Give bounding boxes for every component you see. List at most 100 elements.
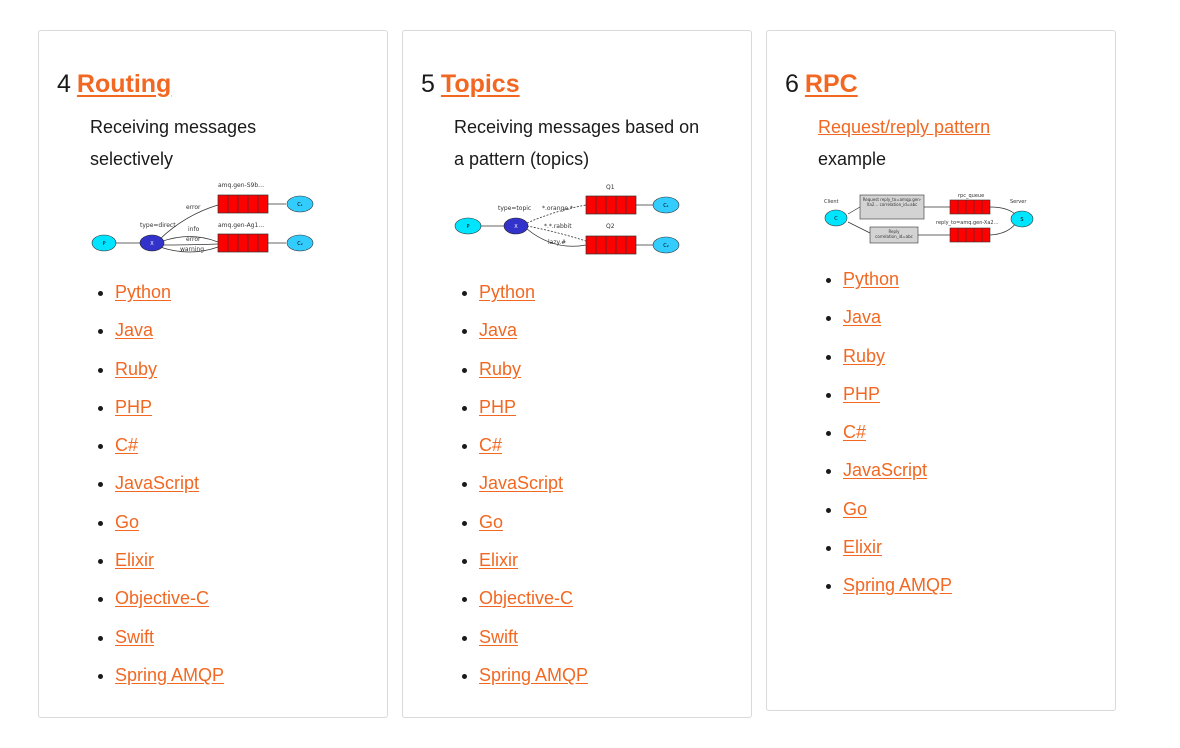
server-node-label: S	[1020, 217, 1023, 223]
language-link-python[interactable]: Python	[479, 282, 535, 302]
language-link-csharp[interactable]: C#	[115, 435, 138, 455]
list-item: Python	[479, 279, 588, 317]
language-link-python[interactable]: Python	[115, 282, 171, 302]
list-item: Swift	[115, 624, 224, 662]
list-item: C#	[115, 432, 224, 470]
binding-label: warning	[180, 246, 204, 253]
exchange-label: X	[150, 241, 154, 247]
tutorial-card-topics: 5 Topics Receiving messages based on a pa…	[402, 30, 752, 718]
list-item: Spring AMQP	[843, 572, 952, 610]
list-item: Java	[479, 317, 588, 355]
tutorial-description: Receiving messages based on a pattern (t…	[454, 117, 700, 169]
list-item: Python	[115, 279, 224, 317]
language-link-go[interactable]: Go	[843, 499, 867, 519]
language-link-go[interactable]: Go	[479, 512, 503, 532]
list-item: Ruby	[843, 343, 952, 381]
client-node-label: C	[834, 216, 838, 222]
consumer2-label: C₂	[297, 241, 303, 247]
list-item: JavaScript	[843, 457, 952, 495]
language-link-php[interactable]: PHP	[843, 384, 880, 404]
list-item: PHP	[115, 394, 224, 432]
list-item: Ruby	[115, 356, 224, 394]
language-link-csharp[interactable]: C#	[479, 435, 502, 455]
queue1	[217, 194, 269, 214]
language-link-elixir[interactable]: Elixir	[843, 537, 882, 557]
queue2	[217, 233, 269, 253]
list-item: Objective-C	[115, 585, 224, 623]
queue1-label: amq.gen-S9b…	[218, 182, 264, 189]
reply-message-text: Reply correlation_id=abc	[875, 229, 913, 239]
language-link-php[interactable]: PHP	[479, 397, 516, 417]
language-link-csharp[interactable]: C#	[843, 422, 866, 442]
list-item: Go	[843, 496, 952, 534]
language-list: Python Java Ruby PHP C# JavaScript Go El…	[825, 266, 952, 611]
card-title: 4 Routing	[57, 69, 171, 99]
reply-queue	[949, 227, 991, 243]
tutorial-description: Receiving messages selectively	[90, 117, 257, 169]
language-link-elixir[interactable]: Elixir	[115, 550, 154, 570]
list-item: Objective-C	[479, 585, 588, 623]
tutorial-number: 6	[785, 70, 799, 98]
routing-diagram: P type=direct X amq.gen-S9b… amq.gen-Ag1…	[91, 182, 314, 253]
exchange-type-label: type=direct	[140, 222, 176, 229]
tutorial-number: 4	[57, 70, 71, 98]
binding-label: error	[186, 236, 201, 243]
tutorial-number: 5	[421, 70, 435, 98]
language-link-python[interactable]: Python	[843, 269, 899, 289]
language-link-javascript[interactable]: JavaScript	[479, 473, 563, 493]
consumer1-label: C₁	[663, 203, 669, 209]
language-link-ruby[interactable]: Ruby	[479, 359, 521, 379]
language-link-javascript[interactable]: JavaScript	[843, 460, 927, 480]
card-title: 5 Topics	[421, 69, 520, 99]
binding-label: *.*.rabbit	[544, 223, 572, 230]
language-link-spring-amqp[interactable]: Spring AMQP	[115, 665, 224, 685]
queue2	[585, 235, 637, 255]
language-link-javascript[interactable]: JavaScript	[115, 473, 199, 493]
language-link-php[interactable]: PHP	[115, 397, 152, 417]
queue1	[585, 195, 637, 215]
language-link-objective-c[interactable]: Objective-C	[115, 588, 209, 608]
binding-label: *.orange.*	[542, 205, 573, 212]
language-link-swift[interactable]: Swift	[115, 627, 154, 647]
reply-queue-label: reply_to=amq.gen-Xa2…	[936, 220, 999, 226]
language-link-ruby[interactable]: Ruby	[115, 359, 157, 379]
binding-label: info	[188, 226, 200, 233]
card-title: 6 RPC	[785, 69, 858, 99]
language-list: Python Java Ruby PHP C# JavaScript Go El…	[97, 279, 224, 700]
language-link-swift[interactable]: Swift	[479, 627, 518, 647]
language-link-go[interactable]: Go	[115, 512, 139, 532]
producer-label: P	[466, 224, 469, 230]
queue2-label: Q2	[606, 223, 615, 230]
topics-diagram: P type=topic X Q1 Q2 *.orange.* *.*.rabb…	[454, 184, 680, 255]
description-text: example	[818, 149, 887, 169]
binding-label: error	[186, 204, 201, 211]
request-reply-link[interactable]: Request/reply pattern	[818, 117, 990, 137]
language-link-spring-amqp[interactable]: Spring AMQP	[843, 575, 952, 595]
language-link-java[interactable]: Java	[843, 307, 881, 327]
exchange-label: X	[514, 224, 518, 230]
request-message-text: Request reply_to=amqp.gen-Xa2… correlati…	[862, 197, 922, 207]
language-link-spring-amqp[interactable]: Spring AMQP	[479, 665, 588, 685]
language-link-elixir[interactable]: Elixir	[479, 550, 518, 570]
language-link-java[interactable]: Java	[479, 320, 517, 340]
language-link-objective-c[interactable]: Objective-C	[479, 588, 573, 608]
consumer2-label: C₂	[663, 243, 669, 249]
rpc-diagram: Client C Request reply_to=amqp.gen-Xa2… …	[824, 193, 1034, 244]
rpc-queue-label: rpc_queue	[958, 193, 984, 199]
list-item: JavaScript	[115, 470, 224, 508]
list-item: Go	[115, 509, 224, 547]
list-item: Spring AMQP	[479, 662, 588, 700]
tutorials-grid: 4 Routing Receiving messages selectively …	[0, 0, 1180, 748]
tutorial-title-link[interactable]: Routing	[77, 70, 171, 98]
language-link-java[interactable]: Java	[115, 320, 153, 340]
list-item: PHP	[843, 381, 952, 419]
list-item: Ruby	[479, 356, 588, 394]
tutorial-description: Request/reply pattern example	[818, 111, 1068, 175]
binding-label: lazy.#	[548, 239, 566, 246]
language-link-ruby[interactable]: Ruby	[843, 346, 885, 366]
tutorial-title-link[interactable]: Topics	[441, 70, 520, 98]
consumer1-label: C₁	[297, 202, 303, 208]
list-item: Elixir	[115, 547, 224, 585]
list-item: Java	[843, 304, 952, 342]
tutorial-title-link[interactable]: RPC	[805, 70, 858, 98]
